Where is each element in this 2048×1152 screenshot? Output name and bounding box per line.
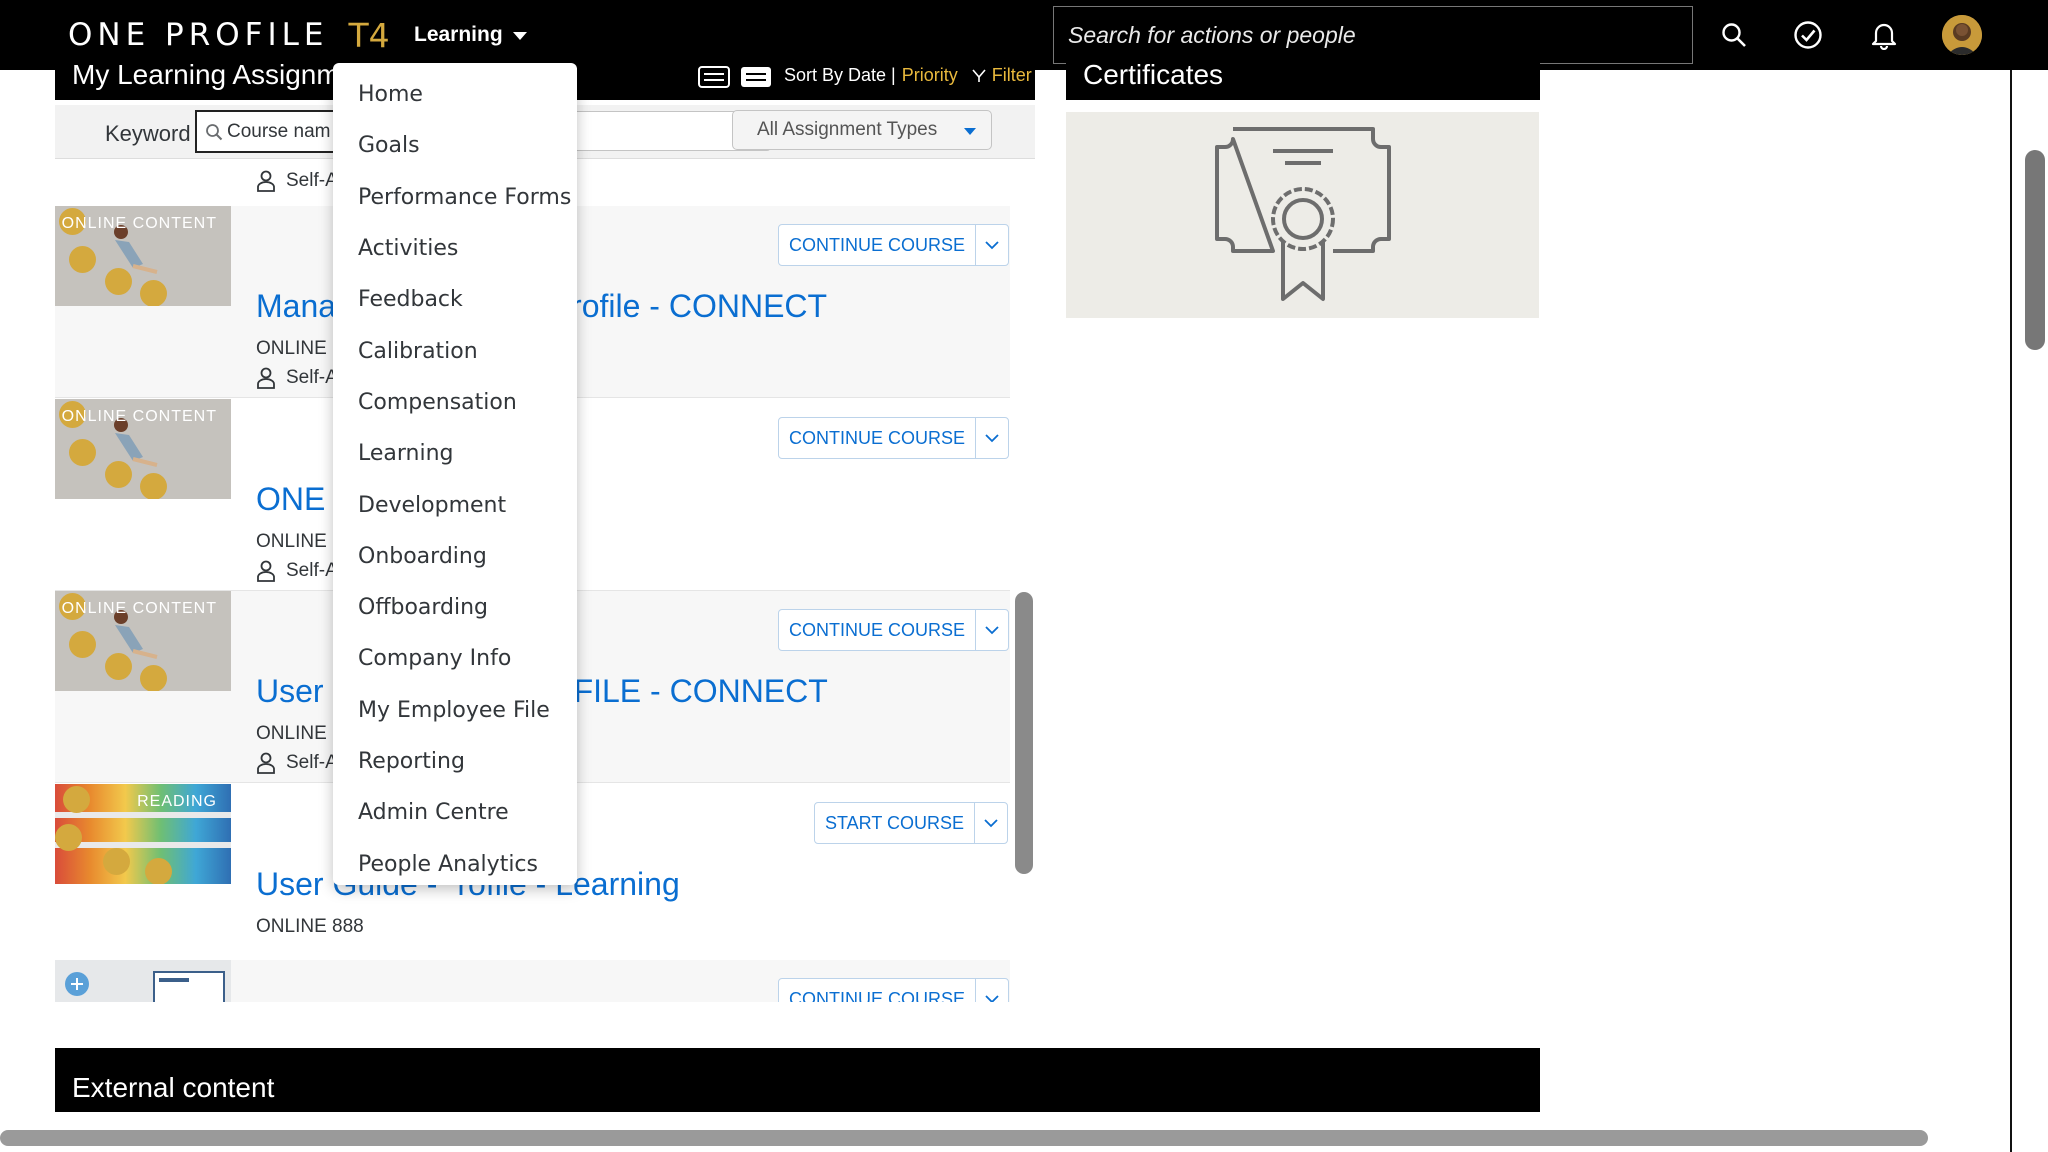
certificate-icon — [1214, 127, 1391, 301]
menu-item-reporting[interactable]: Reporting — [333, 736, 577, 787]
menu-item-home[interactable]: Home — [333, 69, 577, 120]
person-icon — [257, 752, 275, 774]
module-switcher-label: Learning — [414, 23, 503, 46]
page-divider — [2010, 70, 2012, 1152]
brand-suffix: T4 — [348, 15, 390, 55]
module-switcher-button[interactable]: Learning — [414, 18, 527, 52]
filter-icon — [972, 68, 986, 82]
content-type-tag: ONLINE CONTENT — [61, 600, 217, 617]
menu-item-calibration[interactable]: Calibration — [333, 325, 577, 376]
continue-course-label: CONTINUE COURSE — [779, 610, 977, 650]
course-code: ONLINE 888 — [256, 916, 364, 937]
keyword-label: Keyword — [105, 121, 191, 146]
dropdown-arrow-icon — [964, 128, 976, 135]
self-assigned-line: Self-A — [256, 752, 338, 774]
sort-bar: Sort By Date | Priority Filter — [784, 65, 1032, 86]
list-scrollbar[interactable] — [1015, 592, 1033, 874]
section-title: My Learning Assignm — [72, 59, 340, 90]
menu-item-activities[interactable]: Activities — [333, 223, 577, 274]
self-assigned-label: Self-A — [286, 560, 338, 581]
horizontal-scrollbar[interactable] — [0, 1130, 1928, 1146]
assignment-type-select[interactable]: All Assignment Types — [732, 110, 992, 150]
self-assigned-label: Self-A — [286, 170, 338, 191]
company-logo[interactable]: ONE PROFILE T4 — [68, 12, 390, 58]
person-icon — [257, 560, 275, 582]
course-code: ONLINE 1 — [256, 723, 343, 744]
course-thumbnail[interactable] — [55, 960, 231, 1002]
menu-item-learning[interactable]: Learning — [333, 428, 577, 479]
page-scrollbar[interactable] — [2025, 150, 2045, 350]
menu-item-my-employee-file[interactable]: My Employee File — [333, 685, 577, 736]
course-thumbnail[interactable]: ONLINE CONTENT — [55, 206, 231, 306]
chevron-down-icon[interactable] — [976, 610, 1008, 650]
external-content-title: External content — [72, 1072, 275, 1103]
search-icon[interactable] — [1716, 17, 1752, 53]
continue-course-button[interactable]: CONTINUE COURSE — [778, 417, 1010, 459]
course-thumbnail[interactable]: READING — [55, 784, 231, 884]
sort-by-date-link[interactable]: Sort By Date | — [784, 65, 896, 86]
caret-down-icon — [512, 32, 527, 40]
continue-course-button[interactable]: CONTINUE COURSE — [778, 609, 1010, 651]
course-card: CONTINUE COURSE — [55, 960, 1010, 1002]
menu-item-feedback[interactable]: Feedback — [333, 274, 577, 325]
course-thumbnail[interactable]: ONLINE CONTENT — [55, 399, 231, 499]
certificates-title: Certificates — [1083, 59, 1224, 90]
course-title-link[interactable]: ONE — [256, 481, 325, 518]
chevron-down-icon[interactable] — [976, 979, 1008, 1002]
menu-item-company-info[interactable]: Company Info — [333, 633, 577, 684]
start-course-label: START COURSE — [815, 803, 976, 843]
chevron-down-icon[interactable] — [975, 803, 1007, 843]
continue-course-label: CONTINUE COURSE — [779, 979, 977, 1002]
person-icon — [257, 170, 275, 192]
start-course-button[interactable]: START COURSE — [814, 802, 1009, 844]
filter-label: Filter — [991, 65, 1032, 85]
sort-by-priority-link[interactable]: Priority — [902, 65, 958, 86]
approval-check-icon[interactable] — [1790, 17, 1826, 53]
menu-item-admin-centre[interactable]: Admin Centre — [333, 787, 577, 838]
self-assigned-line: Self-A — [256, 170, 338, 192]
certificates-card[interactable] — [1066, 112, 1539, 318]
notification-bell-icon[interactable] — [1866, 17, 1902, 53]
menu-item-performance-forms[interactable]: Performance Forms — [333, 172, 577, 223]
course-thumbnail[interactable]: ONLINE CONTENT — [55, 591, 231, 691]
self-assigned-line: Self-A — [256, 367, 338, 389]
menu-item-offboarding[interactable]: Offboarding — [333, 582, 577, 633]
continue-course-button[interactable]: CONTINUE COURSE — [778, 224, 1010, 266]
external-content-header: External content — [55, 1048, 1540, 1112]
brand-name: ONE PROFILE — [68, 17, 329, 53]
content-type-tag: READING — [137, 793, 217, 810]
view-toggle — [698, 64, 772, 95]
person-icon — [257, 367, 275, 389]
assignment-type-value: All Assignment Types — [757, 119, 938, 140]
list-view-icon[interactable] — [698, 64, 730, 95]
course-code: ONLINE 1 — [256, 531, 343, 552]
continue-course-label: CONTINUE COURSE — [779, 225, 977, 265]
continue-course-button[interactable]: CONTINUE COURSE — [778, 978, 1010, 1002]
course-code: ONLINE 1 — [256, 338, 343, 359]
self-assigned-label: Self-A — [286, 752, 338, 773]
content-type-tag: ONLINE CONTENT — [61, 408, 217, 425]
self-assigned-line: Self-A — [256, 560, 338, 582]
search-icon — [206, 123, 223, 140]
module-menu: Home Goals Performance Forms Activities … — [333, 63, 577, 885]
keyword-placeholder: Course nam — [227, 120, 331, 142]
menu-item-goals[interactable]: Goals — [333, 120, 577, 171]
self-assigned-label: Self-A — [286, 367, 338, 388]
user-avatar[interactable] — [1942, 15, 1982, 55]
chevron-down-icon[interactable] — [976, 418, 1008, 458]
content-type-tag: ONLINE CONTENT — [61, 215, 217, 232]
global-search-input[interactable] — [1068, 21, 1692, 49]
filter-button[interactable]: Filter — [972, 65, 1032, 86]
chevron-down-icon[interactable] — [976, 225, 1008, 265]
menu-item-people-analytics[interactable]: People Analytics — [333, 838, 577, 889]
menu-item-onboarding[interactable]: Onboarding — [333, 531, 577, 582]
continue-course-label: CONTINUE COURSE — [779, 418, 977, 458]
menu-item-compensation[interactable]: Compensation — [333, 377, 577, 428]
table-view-icon[interactable] — [740, 64, 772, 95]
global-search-box[interactable] — [1053, 6, 1693, 64]
menu-item-development[interactable]: Development — [333, 479, 577, 530]
certificates-header: Certificates — [1066, 58, 1540, 100]
